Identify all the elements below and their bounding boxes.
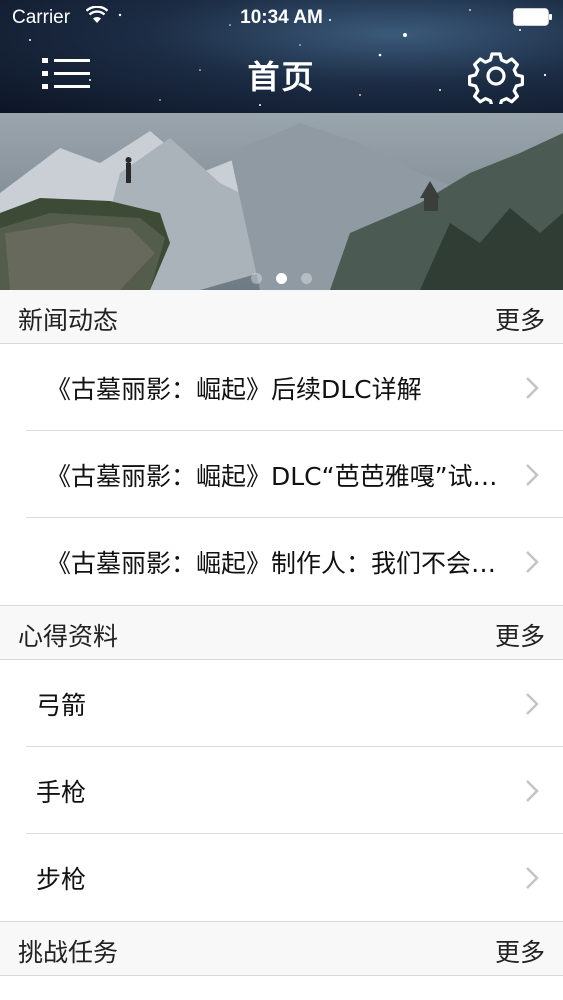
more-guides-link[interactable]: 更多 [495, 617, 545, 653]
chevron-right-icon [526, 377, 539, 399]
chevron-right-icon [526, 464, 539, 486]
chevron-right-icon [526, 780, 539, 802]
list-item[interactable]: 手枪 [0, 747, 563, 834]
list-item[interactable]: 步枪 [0, 834, 563, 921]
section-header-guides: 心得资料 更多 [0, 605, 563, 660]
header: Carrier 10:34 AM 首页 [0, 0, 563, 113]
more-news-link[interactable]: 更多 [495, 301, 545, 337]
carousel-dot[interactable] [301, 273, 312, 284]
section-title: 新闻动态 [18, 306, 119, 335]
banner-carousel[interactable] [0, 113, 563, 290]
section-header-news: 新闻动态 更多 [0, 290, 563, 344]
list-item-label: 《古墓丽影：崛起》后续DLC详解 [46, 375, 422, 404]
banner-image [0, 113, 563, 290]
status-bar: Carrier 10:34 AM [0, 0, 563, 36]
section-title: 心得资料 [18, 622, 119, 651]
status-time: 10:34 AM [240, 7, 323, 28]
settings-button[interactable] [468, 48, 524, 109]
chevron-right-icon [526, 867, 539, 889]
list-item[interactable]: 《古墓丽影：崛起》DLC“芭芭雅嘎”试玩视频 [0, 431, 563, 518]
chevron-right-icon [526, 693, 539, 715]
more-challenges-link[interactable]: 更多 [495, 933, 545, 969]
list-item-label: 《古墓丽影：崛起》DLC“芭芭雅嘎”试玩视频 [46, 462, 516, 491]
section-title: 挑战任务 [18, 938, 119, 967]
carousel-dot[interactable] [251, 273, 262, 284]
battery-icon [513, 8, 552, 26]
list-item-label: 步枪 [36, 865, 87, 894]
section-header-challenges: 挑战任务 更多 [0, 921, 563, 976]
list-item[interactable]: 弓箭 [0, 660, 563, 747]
list-item-label: 弓箭 [36, 691, 87, 720]
carousel-indicator [0, 269, 563, 288]
list-item[interactable]: 《古墓丽影：崛起》制作人：我们不会再做 [0, 518, 563, 605]
carousel-dot-active[interactable] [276, 273, 287, 284]
chevron-right-icon [526, 551, 539, 573]
list-item[interactable]: 《古墓丽影：崛起》后续DLC详解 [0, 344, 563, 431]
list-item-label: 《古墓丽影：崛起》制作人：我们不会再做 [46, 549, 516, 578]
list-item-label: 手枪 [36, 778, 87, 807]
gear-icon [468, 52, 524, 109]
